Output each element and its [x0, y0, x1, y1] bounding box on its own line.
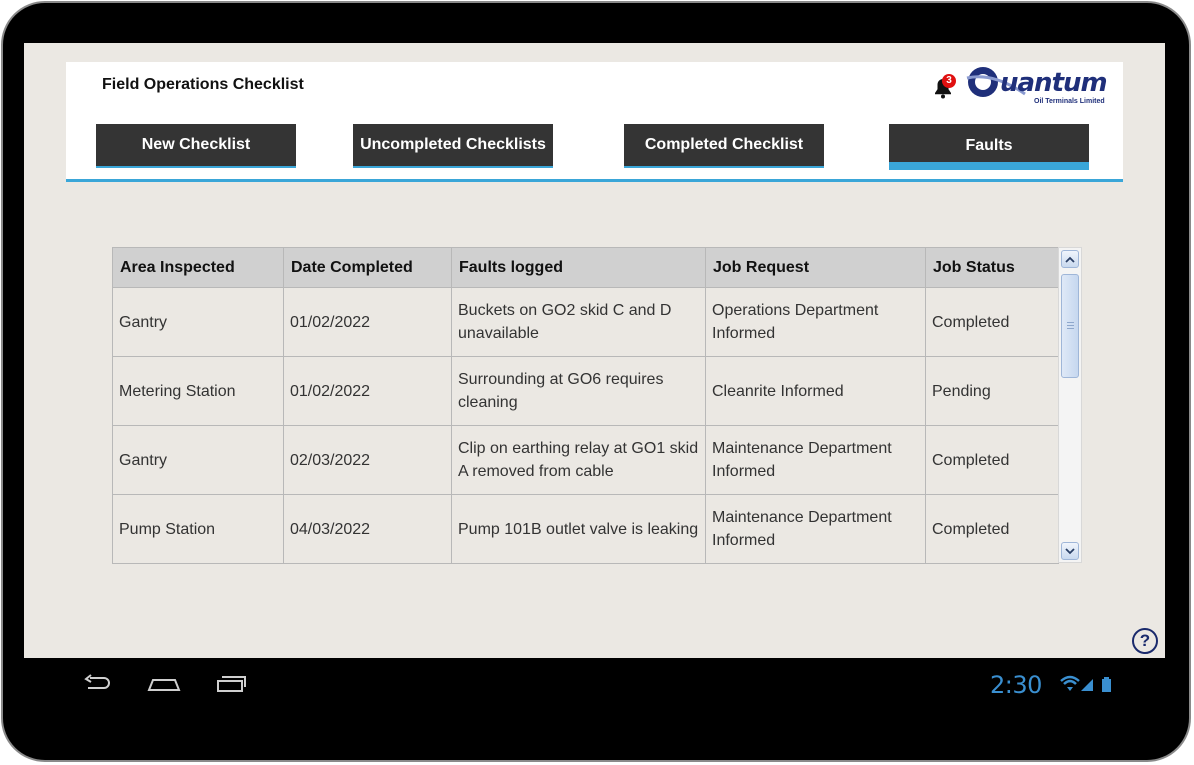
column-header-faults[interactable]: Faults logged	[451, 247, 706, 288]
table-row[interactable]: Pump Station 04/03/2022 Pump 101B outlet…	[112, 494, 1059, 564]
wifi-icon	[1060, 675, 1080, 691]
cell-job-status: Completed	[925, 425, 1059, 495]
column-header-job-status[interactable]: Job Status	[925, 247, 1059, 288]
notification-badge: 3	[942, 74, 956, 88]
back-icon[interactable]	[82, 674, 112, 694]
cell-fault: Pump 101B outlet valve is leaking	[451, 494, 706, 564]
cell-fault: Surrounding at GO6 requires cleaning	[451, 356, 706, 426]
cell-job-request: Operations Department Informed	[705, 287, 926, 357]
cell-job-status: Completed	[925, 287, 1059, 357]
cell-job-request: Cleanrite Informed	[705, 356, 926, 426]
cell-job-status: Pending	[925, 356, 1059, 426]
cell-area: Pump Station	[112, 494, 284, 564]
tab-uncompleted-checklists[interactable]: Uncompleted Checklists	[353, 124, 553, 168]
recent-apps-icon[interactable]	[215, 674, 247, 694]
cell-job-request: Maintenance Department Informed	[705, 494, 926, 564]
page-title: Field Operations Checklist	[102, 76, 304, 93]
tab-completed-checklist[interactable]: Completed Checklist	[624, 124, 824, 168]
cell-date: 04/03/2022	[283, 494, 452, 564]
status-clock: 2:30	[990, 671, 1042, 699]
cell-area: Gantry	[112, 425, 284, 495]
scroll-thumb[interactable]	[1061, 274, 1079, 378]
cell-fault: Buckets on GO2 skid C and D unavailable	[451, 287, 706, 357]
cell-fault: Clip on earthing relay at GO1 skid A rem…	[451, 425, 706, 495]
table-row[interactable]: Gantry 02/03/2022 Clip on earthing relay…	[112, 425, 1059, 495]
cell-date: 01/02/2022	[283, 287, 452, 357]
tab-new-checklist[interactable]: New Checklist	[96, 124, 296, 168]
cell-job-request: Maintenance Department Informed	[705, 425, 926, 495]
scroll-down-button[interactable]	[1061, 542, 1079, 560]
help-button[interactable]: ?	[1132, 628, 1158, 654]
battery-icon	[1102, 677, 1111, 692]
chevron-down-icon	[1065, 547, 1075, 554]
column-header-job-request[interactable]: Job Request	[705, 247, 926, 288]
chevron-up-icon	[1065, 256, 1075, 263]
table-row[interactable]: Gantry 01/02/2022 Buckets on GO2 skid C …	[112, 287, 1059, 357]
logo-wordmark: uantum	[1000, 68, 1108, 98]
status-icons	[1060, 675, 1111, 692]
cell-area: Gantry	[112, 287, 284, 357]
signal-icon	[1081, 679, 1093, 691]
faults-table-container: Area Inspected Date Completed Faults log…	[112, 247, 1082, 564]
logo-subtitle: Oil Terminals Limited	[1034, 98, 1105, 105]
grip-icon	[1067, 322, 1074, 330]
cell-area: Metering Station	[112, 356, 284, 426]
header-divider	[66, 179, 1123, 182]
column-header-date[interactable]: Date Completed	[283, 247, 452, 288]
scroll-up-button[interactable]	[1061, 250, 1079, 268]
cell-job-status: Completed	[925, 494, 1059, 564]
faults-table: Area Inspected Date Completed Faults log…	[112, 247, 1059, 564]
table-row[interactable]: Metering Station 01/02/2022 Surrounding …	[112, 356, 1059, 426]
cell-date: 01/02/2022	[283, 356, 452, 426]
tab-faults[interactable]: Faults	[889, 124, 1089, 170]
table-header-row: Area Inspected Date Completed Faults log…	[112, 247, 1059, 288]
table-scrollbar[interactable]	[1058, 247, 1082, 563]
home-icon[interactable]	[147, 674, 181, 694]
cell-date: 02/03/2022	[283, 425, 452, 495]
column-header-area[interactable]: Area Inspected	[112, 247, 284, 288]
